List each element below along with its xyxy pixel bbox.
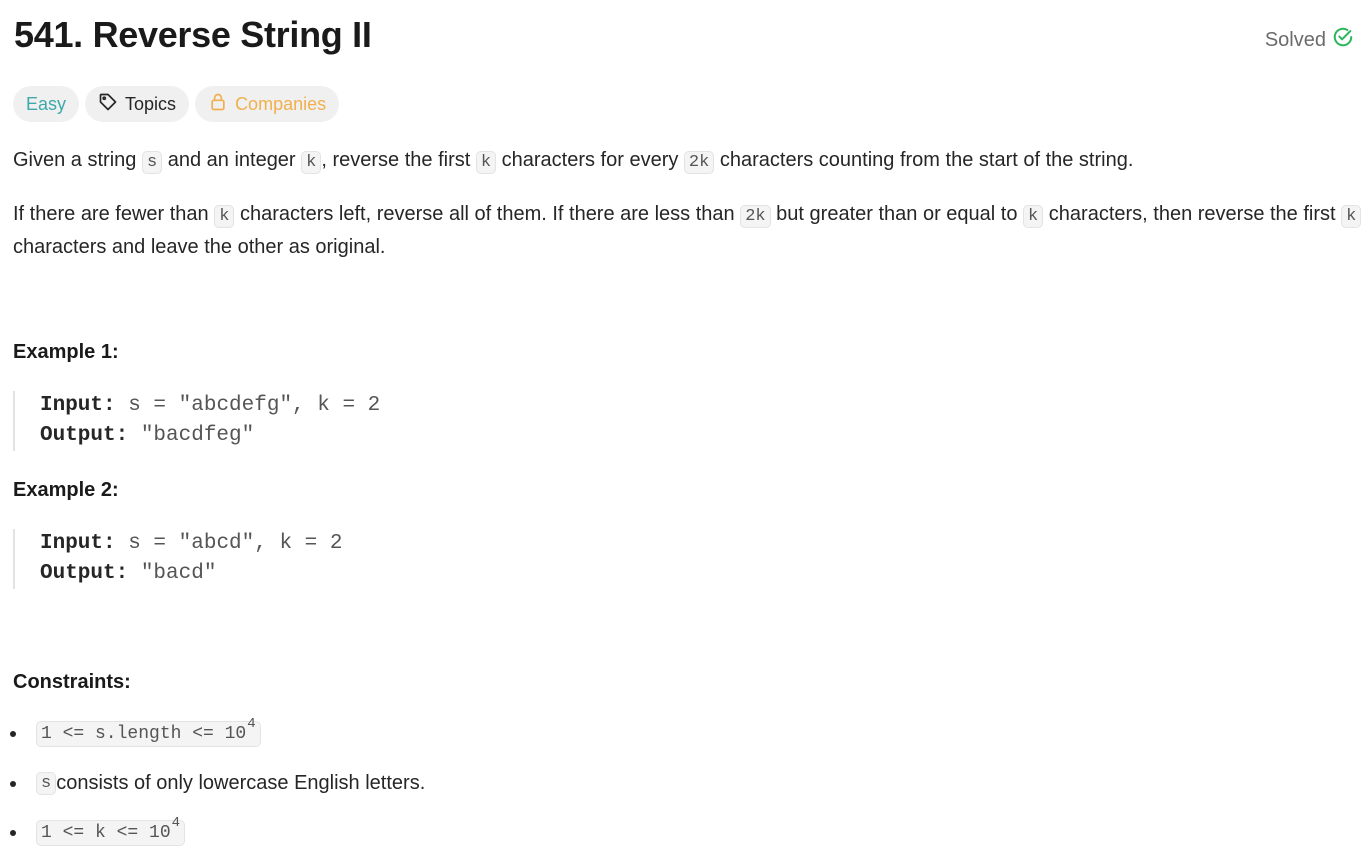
- exponent: 4: [171, 815, 181, 831]
- companies-label: Companies: [235, 93, 327, 114]
- text: If there are fewer than: [13, 203, 215, 225]
- description-paragraph-1: Given a string s and an integer k, rever…: [13, 145, 1363, 178]
- text: but greater than or equal to: [770, 203, 1024, 225]
- inline-code: k: [1023, 205, 1044, 228]
- example-2-input: Input: s = "abcd", k = 2: [40, 529, 342, 559]
- input-label: Input:: [40, 532, 116, 555]
- example-2-block: Input: s = "abcd", k = 2 Output: "bacd": [13, 529, 342, 589]
- exponent: 4: [247, 716, 256, 732]
- example-1-output: Output: "bacdfeg": [40, 421, 380, 451]
- constraint-text: consists of only lowercase English lette…: [56, 772, 426, 794]
- text: characters left, reverse all of them. If…: [234, 203, 741, 225]
- example-1-block: Input: s = "abcdefg", k = 2 Output: "bac…: [13, 391, 380, 451]
- inline-code: 2k: [683, 151, 715, 174]
- input-value: s = "abcdefg", k = 2: [115, 394, 381, 417]
- topics-label: Topics: [125, 93, 177, 114]
- inline-code: k: [475, 151, 497, 174]
- inline-code: k: [1341, 205, 1362, 228]
- text: Given a string: [13, 149, 142, 171]
- example-1-input: Input: s = "abcdefg", k = 2: [40, 391, 380, 421]
- check-circle-icon: [1332, 26, 1354, 54]
- inline-code: k: [214, 205, 235, 228]
- difficulty-badge: Easy: [13, 86, 80, 122]
- bullet-dot: [10, 830, 16, 836]
- output-value: "bacd": [128, 562, 217, 585]
- solved-label: Solved: [1264, 28, 1326, 51]
- companies-button[interactable]: Companies: [195, 86, 340, 122]
- bullet-dot: [10, 780, 16, 787]
- constraints-heading: Constraints:: [13, 671, 131, 693]
- constraint-item-1: 1 <= s.length <= 10 4: [10, 716, 261, 747]
- input-value: s = "abcd", k = 2: [115, 532, 343, 555]
- inline-code: 2k: [740, 205, 771, 228]
- constraint-code: 1 <= k <= 10 4: [36, 815, 186, 846]
- inline-code: s: [141, 151, 163, 174]
- inline-code: s: [36, 772, 57, 795]
- output-label: Output:: [40, 562, 129, 585]
- inline-code: k: [301, 151, 322, 174]
- text: characters and leave the other as origin…: [13, 236, 386, 258]
- constraint-text: 1 <= k <= 10: [41, 823, 171, 843]
- lock-icon: [208, 92, 228, 117]
- tag-row: Easy Topics Companies: [13, 86, 340, 122]
- constraint-code: 1 <= s.length <= 10 4: [36, 716, 261, 747]
- bullet-dot: [10, 731, 16, 737]
- example-2-output: Output: "bacd": [40, 559, 342, 589]
- output-value: "bacdfeg": [128, 424, 255, 447]
- solved-status: Solved: [1265, 26, 1354, 54]
- example-2-heading: Example 2:: [13, 479, 119, 501]
- text: and an integer: [162, 149, 302, 171]
- text: characters for every: [496, 149, 684, 171]
- input-label: Input:: [40, 394, 116, 417]
- text: , reverse the first: [321, 149, 476, 171]
- topics-button[interactable]: Topics: [85, 86, 190, 122]
- tag-icon: [98, 92, 118, 117]
- constraint-item-2: s consists of only lowercase English let…: [10, 772, 425, 795]
- text: characters counting from the start of th…: [714, 149, 1134, 171]
- text: characters, then reverse the first: [1043, 203, 1342, 225]
- description-paragraph-2: If there are fewer than k characters lef…: [13, 199, 1363, 262]
- constraint-item-3: 1 <= k <= 10 4: [10, 815, 186, 846]
- constraint-text: 1 <= s.length <= 10: [41, 724, 247, 744]
- problem-title: 541. Reverse String II: [14, 14, 372, 55]
- example-1-heading: Example 1:: [13, 341, 119, 363]
- output-label: Output:: [40, 424, 129, 447]
